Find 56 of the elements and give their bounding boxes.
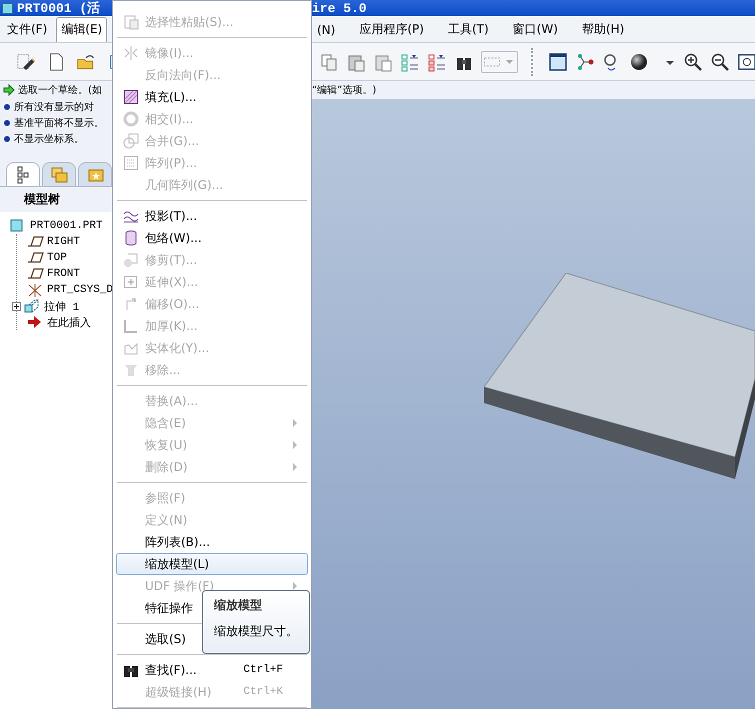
cylinder-icon	[123, 230, 139, 246]
grid-icon	[123, 155, 139, 171]
tooltip-text: 缩放模型尺寸。	[214, 623, 299, 640]
refit-icon[interactable]	[737, 52, 755, 72]
zoom-out-icon[interactable]	[710, 52, 730, 72]
ring-icon	[123, 111, 139, 127]
bullet-icon	[3, 135, 11, 143]
menu-item[interactable]: 阵列表(B)...	[116, 531, 308, 553]
window-title: ire 5.0	[312, 0, 367, 16]
node-graph-icon[interactable]	[575, 52, 595, 72]
tree-item[interactable]: 拉伸 1	[44, 298, 80, 314]
expand-toggle[interactable]	[12, 302, 21, 310]
plus-square-icon	[123, 274, 139, 290]
menu-item[interactable]: 缩放模型(L)	[116, 553, 308, 575]
menu-item[interactable]: 投影(T)...	[116, 205, 308, 227]
prompt-arrow-icon	[3, 84, 15, 96]
menu-item[interactable]: 编辑(E)	[56, 17, 108, 42]
menu-item[interactable]: 窗口(W)	[508, 17, 563, 42]
shortcut-text: Ctrl+F	[243, 664, 283, 676]
message-text: 基准平面将不显示。	[14, 116, 104, 130]
menu-item[interactable]: 帮助(H)	[576, 17, 630, 42]
bullet-icon	[3, 119, 11, 127]
message-text: 不显示坐标系。	[14, 132, 84, 146]
menu-item[interactable]: 填充(L)...	[116, 86, 308, 108]
caret-icon	[506, 60, 513, 64]
menu-item[interactable]: 包络(W)...	[116, 227, 308, 249]
navigator-tab[interactable]	[6, 162, 40, 186]
zoom-in-icon[interactable]	[683, 52, 703, 72]
shortcut-text: Ctrl+K	[243, 686, 283, 698]
window-icon	[2, 2, 13, 14]
message-text: 选取一个草绘。(如	[18, 84, 102, 97]
pencil-icon[interactable]	[16, 52, 36, 72]
tree-item[interactable]: PRT_CSYS_D	[47, 284, 114, 296]
hatched-square-icon	[123, 89, 139, 105]
bullet-icon	[3, 103, 11, 111]
tree-item[interactable]: TOP	[47, 252, 67, 264]
message-text: 所有没有显示的对	[14, 100, 94, 114]
menu-item[interactable]: 查找(F)... Ctrl+F	[116, 659, 308, 681]
menu-item[interactable]: 应用程序(P)	[354, 17, 429, 42]
menu-item[interactable]: (N)	[312, 17, 340, 42]
overlapping-shapes-icon	[123, 133, 139, 149]
window-title: PRT0001 (活	[17, 0, 100, 17]
copy-icon[interactable]	[319, 52, 339, 72]
menu-item[interactable]: 文件(F)	[2, 17, 52, 42]
window-view-icon[interactable]	[548, 52, 568, 72]
menu-item[interactable]: 工具(T)	[442, 17, 494, 42]
shaded-sphere-icon[interactable]	[629, 52, 649, 72]
tree-item[interactable]: 在此插入	[47, 314, 91, 330]
panel-title: 模型树	[0, 187, 112, 212]
message-text: “编辑”选项。)	[312, 84, 376, 97]
mirror-icon	[123, 45, 139, 61]
tree-item[interactable]: PRT0001.PRT	[30, 220, 103, 232]
tree-item[interactable]: FRONT	[47, 268, 80, 280]
tree-item[interactable]: RIGHT	[47, 236, 80, 248]
tooltip-title: 缩放模型	[214, 597, 263, 614]
folders-icon	[49, 164, 69, 184]
